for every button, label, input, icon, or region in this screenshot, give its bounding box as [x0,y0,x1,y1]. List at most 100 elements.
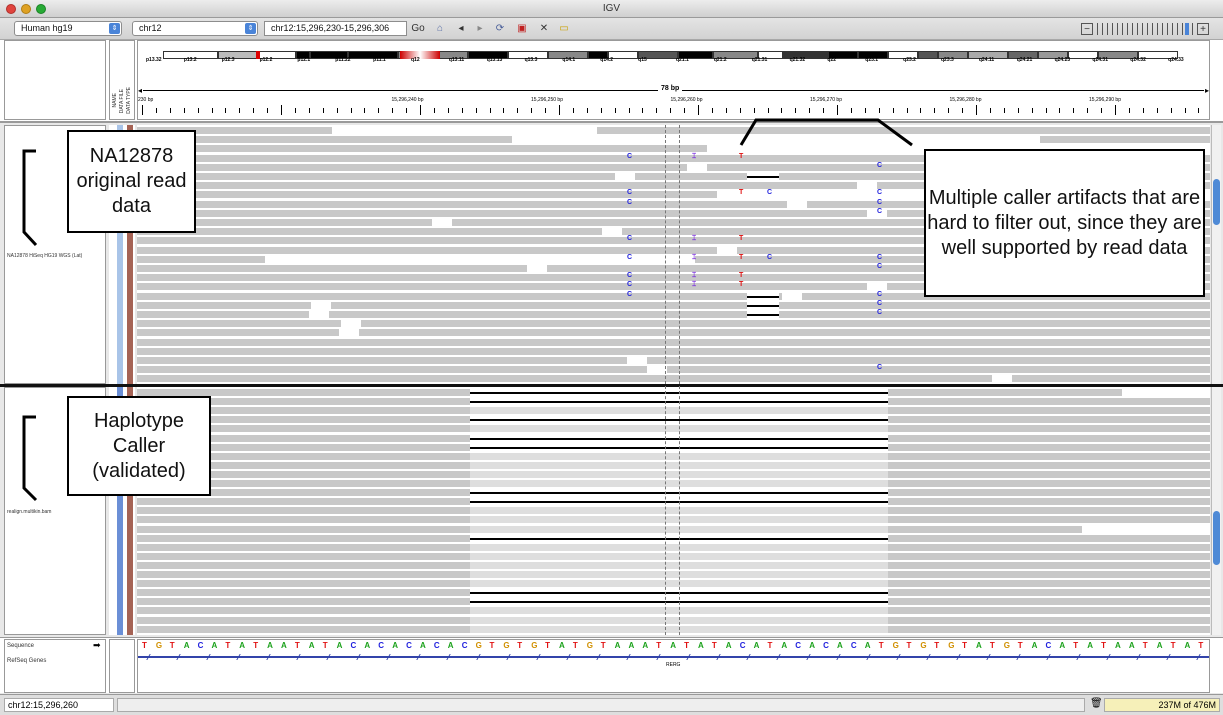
aligned-read[interactable] [137,265,527,272]
scrollbar-panel-1[interactable] [1211,125,1221,384]
aligned-read[interactable] [137,347,1210,355]
mismatch-base[interactable]: C [767,189,772,196]
mismatch-base[interactable]: T [739,281,743,288]
mismatch-base[interactable]: ⌶ [692,235,696,243]
mismatch-base[interactable]: C [767,254,772,261]
sequence-base: T [253,641,259,650]
mismatch-base[interactable]: T [739,235,743,242]
attr-name-header[interactable]: NAME [112,93,118,107]
aligned-read[interactable] [137,357,627,364]
aligned-read[interactable] [137,366,647,374]
go-button[interactable]: Go [410,21,426,36]
attr-datatype-header[interactable]: DATA TYPE [126,87,132,114]
region-of-interest-icon[interactable]: ▣ [514,21,530,36]
aligned-read[interactable] [137,283,867,291]
mismatch-base[interactable]: C [627,189,632,196]
aligned-read[interactable] [137,173,615,180]
mismatch-base[interactable]: C [877,254,882,261]
mismatch-base[interactable]: T [739,254,743,261]
mismatch-base[interactable]: C [877,364,882,371]
popup-info-icon[interactable]: ▭ [556,21,572,36]
mismatch-base[interactable]: T [739,189,743,196]
aligned-read[interactable] [137,301,311,309]
aligned-read[interactable] [137,329,339,337]
aligned-read[interactable] [1012,375,1210,383]
strand-arrow-icon[interactable]: ➡ [93,640,101,651]
attr-datafile-header[interactable]: DATA FILE [119,89,125,113]
mismatch-base[interactable]: C [877,199,882,206]
sequence-track[interactable]: TGTACATATAATATACACACACACGTGTGTATGTAAATAT… [138,640,1209,652]
deletion-line[interactable] [747,304,779,307]
aligned-read[interactable] [137,209,867,217]
aligned-read[interactable] [137,255,265,263]
mismatch-base[interactable]: C [877,291,882,298]
mismatch-base[interactable]: C [877,208,882,215]
memory-indicator[interactable]: 237M of 476M [1104,698,1220,712]
zoom-slider-thumb[interactable] [1185,23,1189,35]
deletion-line[interactable] [747,295,779,298]
mismatch-base[interactable]: C [627,281,632,288]
aligned-read[interactable] [137,200,787,208]
mismatch-base[interactable]: C [877,162,882,169]
deletion-line[interactable] [747,176,779,178]
aligned-read[interactable] [137,182,857,190]
resize-icon[interactable]: ✕ [536,21,552,36]
aligned-read[interactable] [137,246,717,254]
locus-input[interactable]: chr12:15,296,230-15,296,306 [264,21,407,36]
mismatch-base[interactable]: ⌶ [692,272,696,280]
gene-name[interactable]: RERG [666,662,680,668]
trash-icon[interactable]: 🗑 [1090,698,1103,712]
home-icon[interactable]: ⌂ [432,21,448,36]
aligned-read[interactable] [137,311,309,318]
aligned-read[interactable] [137,163,687,171]
aligned-read[interactable] [361,320,1210,328]
aligned-read[interactable] [137,228,602,236]
mismatch-base[interactable]: C [627,235,632,242]
chromosome-select[interactable]: chr12 ⇕ [132,21,258,36]
mismatch-base[interactable]: C [627,199,632,206]
aligned-read[interactable] [137,320,341,328]
mismatch-base[interactable]: ⌶ [692,281,696,289]
mismatch-base[interactable]: C [627,153,632,160]
back-icon[interactable]: ◂ [455,21,467,36]
feature-track[interactable]: TGTACATATAATATACACACACACGTGTGTATGTAAATAT… [137,639,1210,693]
mismatch-base[interactable]: C [627,291,632,298]
aligned-read[interactable] [1040,136,1210,144]
aligned-read[interactable] [359,329,1210,337]
track-name-na12878[interactable]: NA12878 HiSeq HG19 WGS (Lat) [7,253,82,259]
scrollbar-thumb[interactable] [1213,511,1220,565]
mismatch-base[interactable]: ⌶ [692,153,696,161]
mismatch-base[interactable]: C [627,254,632,261]
zoom-out-icon[interactable]: − [1081,23,1093,35]
aligned-read[interactable] [137,338,1210,346]
deletion-line[interactable] [747,314,779,316]
sequence-base: G [892,641,899,650]
track-name-realign[interactable]: realign.multikin.bam [7,509,51,515]
aligned-read[interactable] [667,366,1210,374]
refresh-icon[interactable]: ⟳ [492,21,508,36]
aligned-read[interactable] [647,357,1210,364]
alignment-track-2[interactable] [137,387,1210,635]
aligned-read[interactable] [137,375,992,383]
aligned-read[interactable] [137,145,707,153]
ruler[interactable]: 230 bp 15,296,240 bp 15,296,250 bp 15,296,2… [138,97,1209,119]
zoom-slider[interactable] [1097,23,1195,35]
mismatch-base[interactable]: ⌶ [692,254,696,262]
ideogram-track[interactable]: p13.32 p13.2 p12.3 p12.2 p12.1 p11.22 p11.1 q12… [137,40,1210,120]
genome-select[interactable]: Human hg19 ⇕ [14,21,122,36]
aligned-read[interactable] [597,127,1210,134]
sequence-track-label[interactable]: Sequence [7,643,34,649]
mismatch-base[interactable]: C [877,309,882,316]
mismatch-base[interactable]: T [739,153,743,160]
mismatch-base[interactable]: C [877,263,882,270]
scrollbar-thumb[interactable] [1213,179,1220,225]
zoom-in-icon[interactable]: + [1197,23,1209,35]
mismatch-base[interactable]: T [739,272,743,279]
mismatch-base[interactable]: C [877,300,882,307]
mismatch-base[interactable]: C [877,189,882,196]
forward-icon[interactable]: ▸ [474,21,486,36]
mismatch-base[interactable]: C [627,272,632,279]
scrollbar-panel-2[interactable] [1211,387,1221,635]
aligned-read[interactable] [137,292,782,300]
refseq-track-label[interactable]: RefSeq Genes [7,658,46,664]
